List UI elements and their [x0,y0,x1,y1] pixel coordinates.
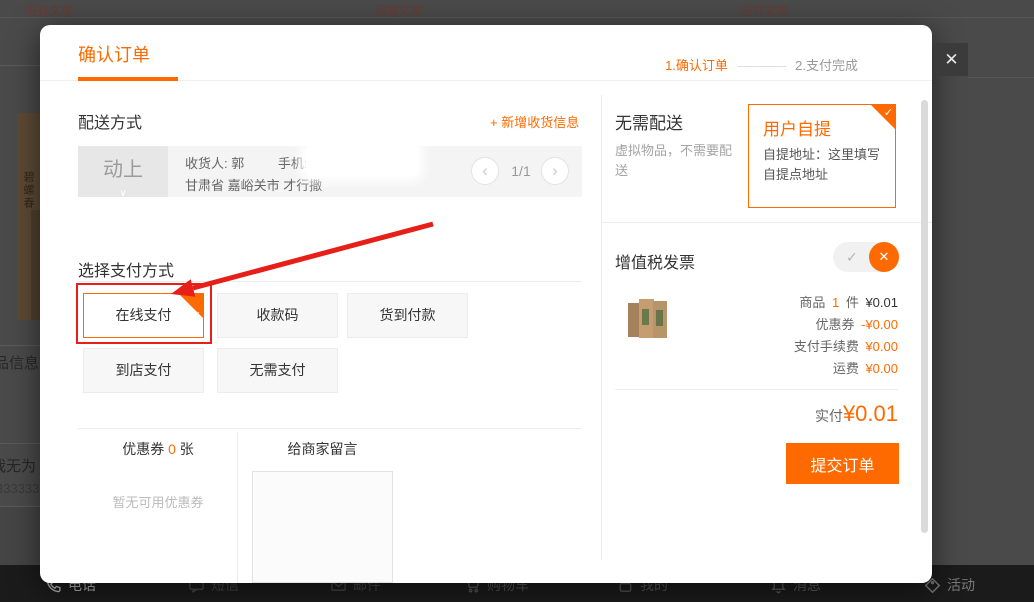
address-tab-dropdown[interactable]: 动上 ∨ [78,146,168,197]
payment-option-cod[interactable]: 货到付款 [347,293,468,338]
no-delivery-desc: 虚拟物品，不需要配送 [615,141,743,181]
bg-divider [968,77,1034,78]
payment-label: 到店支付 [116,362,172,378]
summary-qty: 1 [832,295,839,310]
payment-heading: 选择支付方式 [78,257,174,281]
summary-label: 件 [846,295,859,310]
payment-label: 收款码 [257,307,299,323]
order-summary: 商品 1 件 ¥0.01 优惠券 -¥0.00 支付手续费 ¥0.00 运费 ¥… [791,292,898,380]
invoice-heading: 增值税发票 [615,249,695,273]
total-label: 实付 [815,408,843,424]
thumb-label [656,310,663,326]
payment-option-instore[interactable]: 到店支付 [83,348,204,393]
title-active-underline [78,77,178,81]
nav-item-activity[interactable]: 活动 [924,575,975,595]
bg-divider [0,17,1034,18]
bg-product-name: 碧螺春 [20,171,36,210]
bg-label-text: 我无为 [0,455,36,476]
summary-label: 支付手续费 [794,339,859,354]
submit-order-button[interactable]: 提交订单 [786,443,899,484]
pickup-option-selected[interactable]: 用户自提 自提地址：这里填写自提点地址 ✓ [748,104,896,208]
modal-scrollbar-thumb[interactable] [921,100,928,533]
summary-row-fee: 支付手续费 ¥0.00 [791,336,898,358]
coupon-unit: 张 [180,441,194,457]
summary-row-items: 商品 1 件 ¥0.01 [791,292,898,314]
payment-option-online[interactable]: 在线支付 ✓ [83,293,204,338]
delivery-heading: 配送方式 [78,109,142,133]
coupon-title: 优惠券 0 张 [78,439,238,459]
step-payment-complete: 2.支付完成 [795,58,858,73]
checkout-steps: 1.确认订单 ———— 2.支付完成 [665,55,858,74]
summary-row-shipping: 运费 ¥0.00 [791,358,898,380]
toggle-check-icon: ✓ [846,249,858,266]
section-divider [601,222,932,223]
summary-label: 优惠券 [815,317,854,332]
bg-tab-2: 没有文单 [375,2,423,19]
payment-label: 无需支付 [250,362,306,378]
merchant-message-heading: 给商家留言 [252,439,393,459]
bg-divider [0,65,40,66]
address-card[interactable]: 动上 ∨ 收货人: 郭 手机: 甘肃省 嘉峪关市 才行撒 ‹ 1/1 › [78,146,582,197]
payment-option-none[interactable]: 无需支付 [217,348,338,393]
close-modal-button[interactable]: ✕ [935,43,968,76]
bg-label-product-info: 品信息 [0,352,39,373]
address-prev-button[interactable]: ‹ [471,157,499,185]
check-icon: ✓ [192,295,201,338]
address-line: 甘肃省 嘉峪关市 才行撒 [185,175,322,194]
payment-label: 货到付款 [380,307,436,323]
total-row: 实付¥0.01 [815,401,898,427]
bg-tab-1: 没有文单 [25,2,73,19]
product-thumbnail [628,297,668,339]
merchant-message-input[interactable] [252,471,393,583]
nav-label: 活动 [947,575,975,595]
section-divider [615,389,898,390]
modal-title: 确认订单 [78,41,150,67]
coupon-empty-text: 暂无可用优惠券 [78,492,238,511]
bg-divider [0,345,40,346]
bg-divider [0,443,40,444]
screen: 没有文单 没有文单 没有文单 碧螺春 品信息 我无为 333333333 电话 … [0,0,1034,602]
total-amount: ¥0.01 [843,401,898,426]
invoice-toggle[interactable]: ✓ ✕ [833,242,899,272]
receiver-line: 收货人: 郭 手机: [185,153,307,172]
thumb-label [642,309,649,325]
column-divider [601,95,602,560]
coupon-count: 0 [168,441,176,457]
column-divider [237,432,238,583]
payment-option-qrcode[interactable]: 收款码 [217,293,338,338]
address-tab-label: 动上 [103,159,143,181]
check-icon: ✓ [884,106,893,119]
summary-label: 运费 [833,361,859,376]
summary-label: 商品 [799,295,825,310]
phone-label: 手机: [278,156,308,171]
section-divider [78,281,582,282]
chevron-down-icon: ∨ [78,189,168,199]
summary-row-coupon: 优惠券 -¥0.00 [791,314,898,336]
bg-panel [0,507,40,565]
summary-amount: ¥0.01 [865,295,898,310]
phone-number-redacted [306,146,418,176]
pickup-title: 用户自提 [763,115,831,140]
coupon-label: 优惠券 [122,441,164,457]
toggle-close-icon[interactable]: ✕ [869,242,899,272]
no-delivery-title[interactable]: 无需配送 [615,109,683,134]
receiver-name: 收货人: 郭 [185,156,244,171]
confirm-order-modal: 确认订单 1.确认订单 ———— 2.支付完成 配送方式 + 新增收货信息 动上… [40,25,932,583]
section-divider [78,428,582,429]
add-address-link[interactable]: + 新增收货信息 [490,112,579,131]
bg-product-image-edge [31,210,40,320]
summary-amount: -¥0.00 [861,317,898,332]
step-separator: ———— [738,58,786,73]
address-page-indicator: 1/1 [502,163,540,179]
summary-amount: ¥0.00 [865,339,898,354]
address-next-button[interactable]: › [541,157,569,185]
bg-tab-3: 没有文单 [740,2,788,19]
summary-amount: ¥0.00 [865,361,898,376]
step-confirm-order: 1.确认订单 [665,58,728,73]
pickup-desc: 自提地址：这里填写自提点地址 [763,145,885,185]
payment-label: 在线支付 [116,307,172,323]
